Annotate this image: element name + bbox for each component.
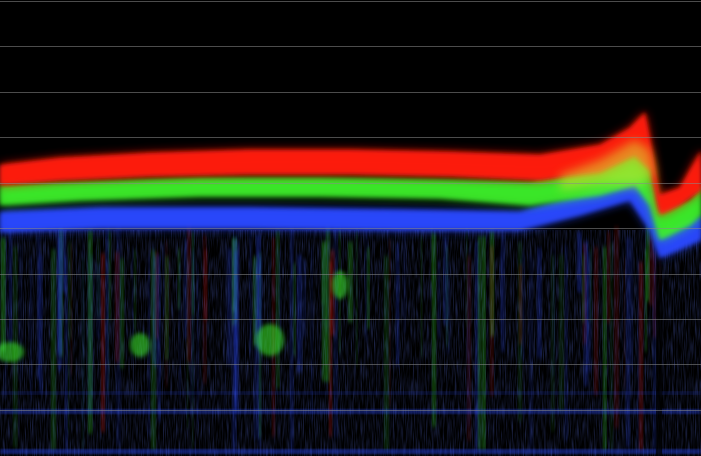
waveform-streak (637, 256, 639, 450)
waveform-streak (501, 233, 505, 353)
waveform-streak (438, 261, 440, 339)
waveform-streak (88, 229, 93, 434)
waveform-streak (630, 237, 633, 373)
waveform-streak (83, 254, 85, 450)
waveform-streak (537, 247, 542, 358)
waveform-streak (519, 264, 522, 345)
waveform-streak (197, 262, 199, 425)
waveform-streak (446, 246, 448, 347)
waveform-streak (622, 228, 624, 349)
waveform-streak (551, 254, 555, 432)
waveform-streak (582, 253, 585, 323)
waveform-streak (529, 255, 533, 450)
waveform-streak (559, 255, 564, 412)
waveform-streak (478, 235, 481, 450)
waveform-streak (432, 232, 436, 427)
waveform-streak (297, 254, 302, 372)
waveform-streak (639, 262, 643, 450)
waveform-streak (82, 225, 84, 421)
waveform-streak (224, 229, 226, 407)
waveform-streak (467, 255, 471, 442)
waveform-streak (69, 241, 72, 340)
waveform-streak (227, 248, 232, 366)
signal-gap (656, 230, 662, 456)
floor-stripe (0, 450, 701, 453)
waveform-streak (9, 230, 13, 346)
waveform-streak (421, 235, 423, 357)
waveform-streak (396, 242, 400, 367)
shadow-highlight (130, 333, 150, 357)
waveform-streak (1, 237, 6, 352)
waveform-streak (134, 249, 137, 331)
waveform-streak (249, 230, 252, 353)
waveform-streak (311, 246, 313, 422)
shadow-highlight (256, 324, 284, 356)
waveform-streak (594, 247, 599, 395)
shadow-highlight (332, 271, 348, 299)
waveform-streak (105, 230, 109, 430)
waveform-streak (614, 226, 619, 428)
waveform-streak (179, 263, 181, 399)
waveform-streak (163, 244, 165, 316)
waveform-streak (151, 250, 156, 450)
waveform-streak (51, 249, 56, 450)
floor-stripe (0, 392, 701, 394)
waveform-streak (120, 258, 124, 369)
waveform-streak (68, 243, 70, 432)
waveform-streak (109, 230, 112, 320)
waveform-streak (356, 227, 358, 366)
waveform-streak (96, 263, 101, 339)
waveform-streak (607, 231, 611, 324)
waveform-streak (322, 241, 327, 382)
waveform-streak (626, 237, 630, 448)
waveform-streak (603, 246, 607, 450)
waveform-streak (37, 235, 41, 380)
waveform-streak (187, 225, 191, 362)
waveform-streak (482, 236, 486, 450)
waveform-streak (65, 256, 68, 450)
waveform-streak (101, 253, 105, 432)
waveform-streak (290, 228, 294, 450)
waveform-streak (169, 249, 171, 335)
waveform-streak (58, 237, 62, 371)
waveform-streak (389, 238, 391, 406)
waveform-streak (191, 249, 194, 403)
waveform-streak (158, 253, 161, 422)
waveform-streak (348, 241, 353, 323)
waveform-streak (587, 251, 591, 373)
waveform-streak (649, 235, 654, 306)
waveform-streak (19, 244, 23, 381)
waveform-streak (490, 246, 494, 396)
waveform-scope (0, 0, 701, 456)
waveform-streak (30, 255, 32, 400)
waveform-streak (293, 263, 296, 356)
waveform-streak (403, 229, 406, 333)
waveform-streak (204, 249, 208, 321)
waveform-streak (115, 251, 120, 363)
waveform-streak (624, 257, 626, 388)
waveform-streak (165, 256, 169, 360)
waveform-streak (577, 231, 582, 293)
waveform-streak (235, 241, 240, 413)
waveform-streak (367, 247, 370, 329)
waveform-streak (384, 255, 389, 450)
waveform-canvas (0, 1, 701, 456)
waveform-streak (303, 259, 306, 338)
